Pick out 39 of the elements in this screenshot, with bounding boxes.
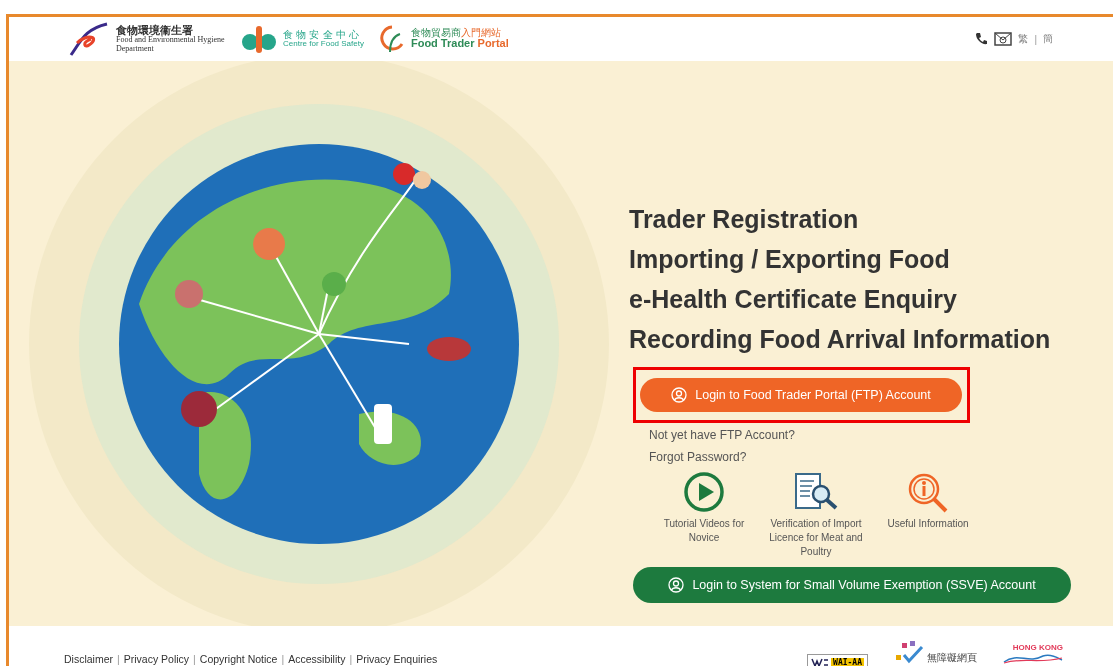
- phone-icon[interactable]: [974, 32, 989, 46]
- logo-title: 食物貿易商入門網站: [410, 27, 502, 39]
- headline: e-Health Certificate Enquiry: [629, 284, 957, 314]
- checkmark-icon: [894, 641, 924, 665]
- brand-logo[interactable]: HONG KONG: [1003, 643, 1063, 664]
- shortcut-link[interactable]: Tutorial Videos for Novice: [649, 516, 759, 545]
- user-icon: [671, 386, 688, 403]
- separator: |: [1034, 33, 1037, 45]
- logo-title: 食 物 安 全 中 心: [283, 29, 360, 40]
- logo-subtitle: Food Trader Portal: [410, 38, 509, 50]
- login-button[interactable]: Login to System for Small Volume Exemption (SSVE) Account: [633, 566, 1071, 603]
- separator: |: [193, 653, 196, 665]
- logo-title: 食物環境衞生署: [116, 24, 193, 37]
- footer-link[interactable]: Copyright Notice: [199, 653, 278, 665]
- text-link[interactable]: Not yet have FTP Account?: [649, 424, 795, 445]
- footer-link[interactable]: Accessibility: [288, 653, 346, 665]
- separator: |: [281, 653, 285, 665]
- footer-link[interactable]: Disclaimer: [64, 653, 113, 665]
- logo-subtitle: Food and Environmental Hygiene Department: [116, 36, 226, 54]
- headline: Recording Food Arrival Information: [629, 324, 1051, 354]
- shortcut-link[interactable]: Verification of Import Licence for Meat and Poultry: [761, 516, 871, 559]
- text-link[interactable]: Forgot Password?: [649, 446, 747, 467]
- wave-icon: [1003, 652, 1063, 664]
- play-icon[interactable]: [683, 470, 725, 513]
- footer-link[interactable]: Privacy Enquiries: [356, 653, 438, 665]
- separator: |: [349, 653, 353, 665]
- language-link[interactable]: 簡: [1043, 32, 1053, 46]
- headline: Importing / Exporting Food: [629, 244, 950, 274]
- user-icon: [668, 576, 685, 593]
- footer-link[interactable]: Privacy Policy: [123, 653, 190, 665]
- shortcut-link[interactable]: Useful Information: [887, 516, 969, 531]
- language-link[interactable]: 繁: [1018, 32, 1029, 46]
- plant-logo-icon: [377, 24, 406, 54]
- logo-subtitle: Centre for Food Safety: [283, 40, 364, 49]
- separator: |: [117, 653, 120, 665]
- accessibility-badge[interactable]: WAI-AA: [807, 654, 868, 666]
- headline: Trader Registration: [629, 204, 859, 234]
- envelope-icon[interactable]: [994, 32, 1013, 46]
- accessibility-badge[interactable]: 無障礙網頁: [894, 641, 977, 665]
